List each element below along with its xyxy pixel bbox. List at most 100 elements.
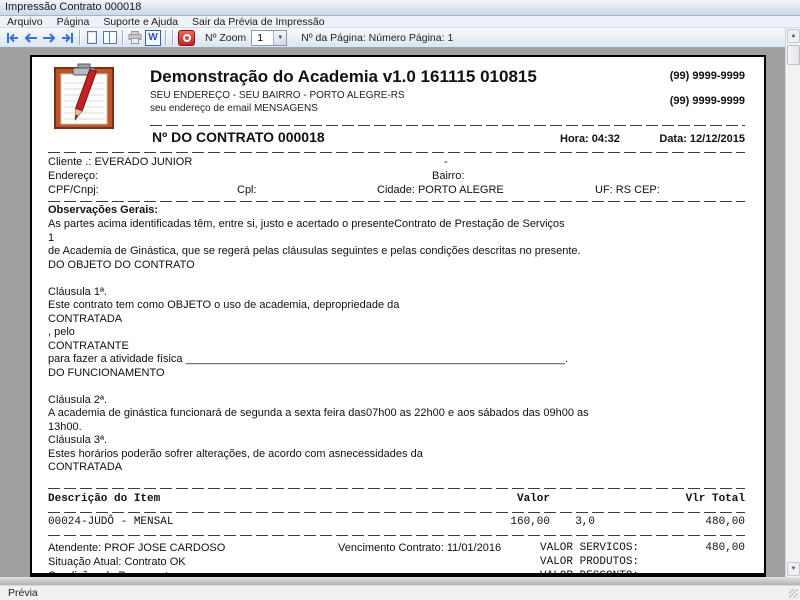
divider	[48, 201, 745, 202]
toolbar-separator	[165, 30, 166, 45]
footer-row-3: Condições de Pagamento: VALOR DESCONTO:	[48, 570, 745, 577]
two-page-view-button[interactable]	[101, 29, 119, 46]
scroll-down-button[interactable]: ▼	[787, 562, 800, 576]
menu-sair-previa[interactable]: Sair da Prévia de Impressão	[185, 16, 331, 28]
contract-text-line: Cláusula 1ª.	[48, 285, 108, 298]
status-bar: Prévia	[0, 585, 800, 600]
window-titlebar[interactable]: Impressão Contrato 000018	[0, 0, 800, 16]
contract-text-line: Este contrato tem como OBJETO o uso de a…	[48, 299, 400, 311]
last-page-icon	[62, 32, 73, 43]
item-description: 00024-JUDÔ - MENSAL	[48, 516, 174, 528]
contract-text-line: A academia de ginástica funcionará de se…	[48, 407, 589, 419]
printer-icon	[128, 31, 142, 44]
col-qtd-header	[550, 493, 595, 505]
contract-text-line: , pelo	[48, 326, 75, 338]
next-page-button[interactable]	[40, 29, 58, 46]
page-number-info: Nº da Página: Número Página: 1	[301, 31, 454, 44]
toolbar: W Nº Zoom 1 ▼ Nº da Página: Número Págin…	[0, 28, 785, 48]
word-icon: W	[145, 29, 161, 46]
last-page-button[interactable]	[58, 29, 76, 46]
single-page-view-button[interactable]	[83, 29, 101, 46]
services-label: VALOR SERVICOS:	[540, 542, 640, 554]
company-email: seu endereço de email MENSAGENS	[150, 103, 318, 114]
client-name: Cliente .: EVERADO JUNIOR	[48, 156, 193, 168]
contract-text-line: 13h00.	[48, 420, 82, 433]
items-table-header: Descrição do Item Valor Vlr Total	[48, 493, 745, 505]
menu-suporte[interactable]: Suporte e Ajuda	[96, 16, 185, 28]
vertical-scrollbar[interactable]: ▲ ▼	[785, 28, 800, 577]
prev-page-button[interactable]	[22, 29, 40, 46]
window-title: Impressão Contrato 000018	[5, 1, 142, 13]
client-row-1: Cliente .: EVERADO JUNIOR -	[48, 156, 745, 170]
client-cpf-label: CPF/Cnpj:	[48, 184, 99, 196]
contract-text-line: Estes horários poderão sofrer alterações…	[48, 447, 423, 460]
contract-text-line: DO OBJETO DO CONTRATO	[48, 258, 195, 271]
item-value: 160,00	[510, 516, 550, 528]
next-page-icon	[43, 32, 56, 43]
products-label: VALOR PRODUTOS:	[540, 556, 640, 568]
contract-text-line: Cláusula 3ª.	[48, 434, 108, 446]
table-row: 00024-JUDÔ - MENSAL 160,00 3,0 480,00	[48, 516, 745, 528]
clipboard-logo	[54, 63, 114, 129]
col-total-header: Vlr Total	[685, 493, 745, 505]
exit-preview-button[interactable]	[178, 29, 195, 46]
prev-page-icon	[24, 32, 37, 43]
divider	[150, 125, 745, 126]
contract-text-line: CONTRATADA	[48, 312, 123, 325]
bottom-panel-edge	[0, 577, 800, 585]
two-page-icon	[103, 31, 117, 44]
contract-text-line: CONTRATADA	[48, 461, 123, 473]
divider	[48, 512, 745, 513]
current-status: Situação Atual: Contrato OK	[48, 556, 186, 568]
client-address-label: Endereço:	[48, 170, 99, 182]
client-name-extra: -	[444, 156, 448, 168]
zoom-select[interactable]: 1 ▼	[251, 29, 288, 46]
client-row-2: Endereço: Bairro:	[48, 170, 745, 184]
contract-text-line: As partes acima identificadas têm, entre…	[48, 218, 565, 230]
export-word-button[interactable]: W	[144, 29, 162, 46]
phone-number-1: (99) 9999-9999	[669, 70, 745, 82]
company-address: SEU ENDEREÇO - SEU BAIRRO - PORTO ALEGRE…	[150, 90, 405, 101]
document-page: Demonstração do Academia v1.0 161115 010…	[30, 55, 766, 577]
status-text: Prévia	[8, 587, 38, 599]
contract-text-line	[48, 380, 745, 394]
footer-row-2: Situação Atual: Contrato OK VALOR PRODUT…	[48, 556, 745, 570]
toolbar-separator	[172, 30, 173, 45]
scroll-up-button[interactable]: ▲	[787, 29, 800, 43]
divider	[48, 488, 745, 489]
footer-row-1: Atendente: PROF JOSE CARDOSO Vencimento …	[48, 542, 745, 556]
chevron-down-icon: ▼	[273, 30, 287, 45]
first-page-icon	[7, 32, 18, 43]
first-page-button[interactable]	[4, 29, 22, 46]
contract-time: Hora: 04:32	[560, 133, 620, 145]
phone-number-2: (99) 9999-9999	[669, 95, 745, 107]
observations-title: Observações Gerais:	[48, 204, 159, 216]
toolbar-separator	[79, 30, 80, 45]
print-button[interactable]	[126, 29, 144, 46]
client-uf-cep: UF: RS CEP:	[595, 184, 660, 196]
payment-conditions-label: Condições de Pagamento:	[48, 570, 178, 577]
contract-text-line: CONTRATANTE	[48, 339, 129, 352]
contract-text-line: Cláusula 2ª.	[48, 393, 108, 406]
item-total: 480,00	[705, 516, 745, 528]
client-city: Cidade: PORTO ALEGRE	[377, 184, 504, 196]
services-value: 480,00	[705, 542, 745, 554]
item-quantity: 3,0	[575, 516, 595, 528]
company-title: Demonstração do Academia v1.0 161115 010…	[150, 67, 537, 86]
client-row-3: CPF/Cnpj: Cpl: Cidade: PORTO ALEGRE UF: …	[48, 184, 745, 198]
power-icon	[182, 33, 191, 42]
contract-due-date: Vencimento Contrato: 11/01/2016	[338, 542, 502, 554]
zoom-label: Nº Zoom	[205, 31, 247, 44]
app-window: Impressão Contrato 000018 Arquivo Página…	[0, 0, 800, 600]
menu-pagina[interactable]: Página	[50, 16, 97, 28]
resize-grip-icon[interactable]	[789, 589, 798, 598]
single-page-icon	[87, 31, 97, 44]
contract-text-line: de Academia de Ginástica, que se regerá …	[48, 245, 581, 257]
divider	[48, 152, 745, 153]
menu-bar: Arquivo Página Suporte e Ajuda Sair da P…	[0, 16, 800, 28]
attendant: Atendente: PROF JOSE CARDOSO	[48, 542, 226, 554]
menu-arquivo[interactable]: Arquivo	[0, 16, 50, 28]
contract-number: Nº DO CONTRATO 000018	[152, 129, 325, 145]
scrollbar-thumb[interactable]	[787, 45, 800, 65]
zoom-value: 1	[257, 31, 264, 44]
